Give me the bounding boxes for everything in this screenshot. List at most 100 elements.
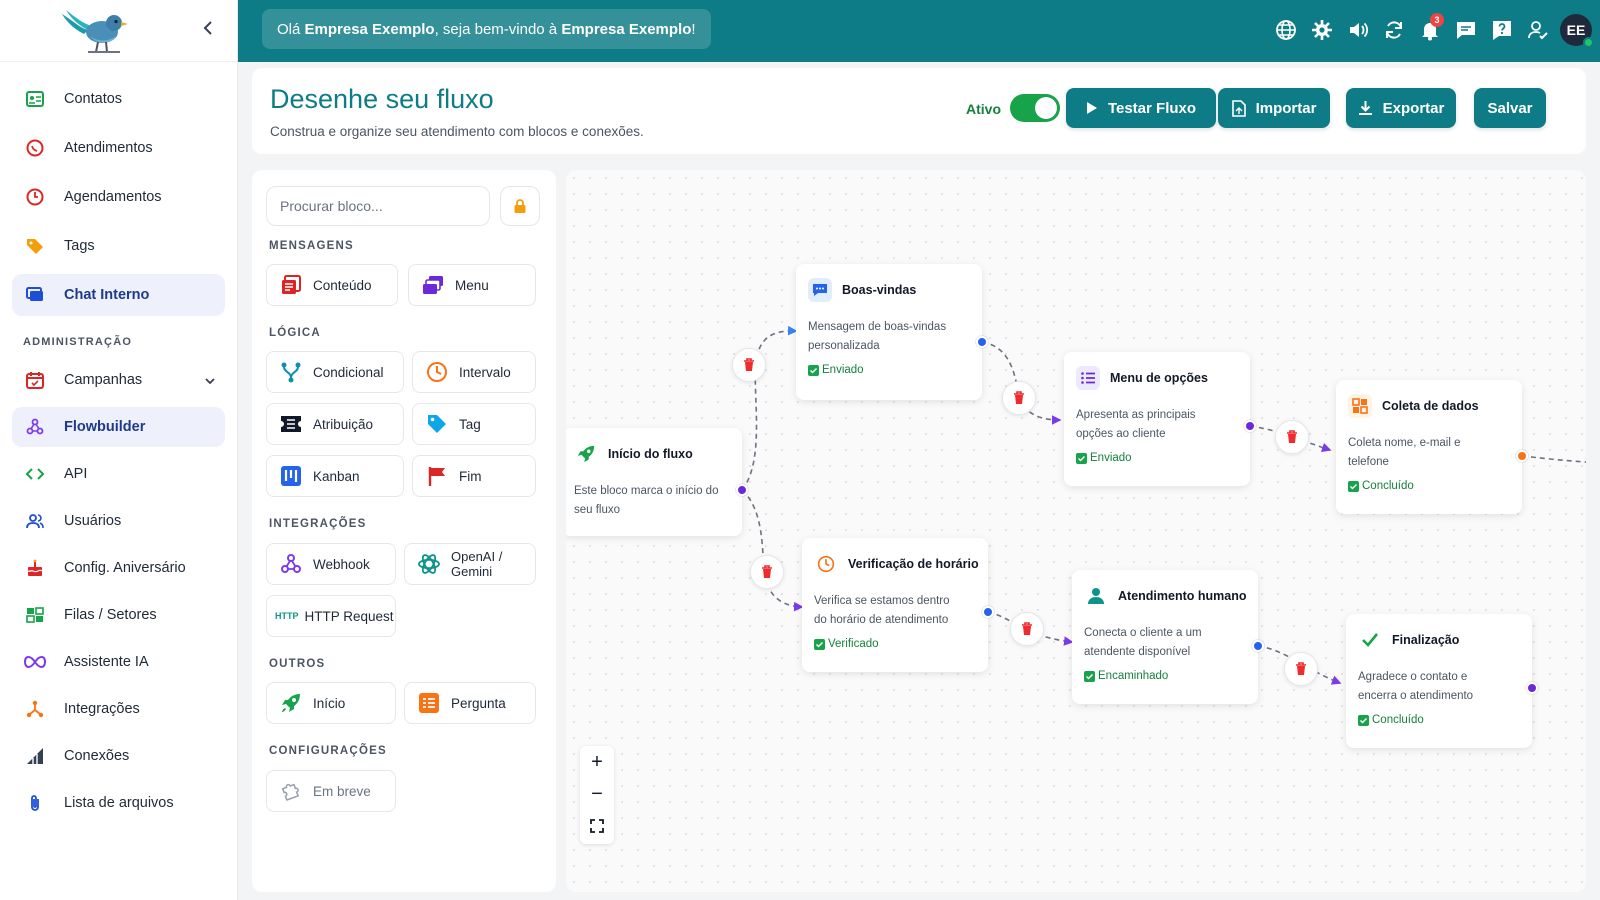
logo-area xyxy=(0,0,237,62)
block-kanban[interactable]: Kanban xyxy=(266,455,404,497)
delete-edge-button[interactable] xyxy=(1010,612,1044,646)
form-icon xyxy=(1348,394,1372,418)
delete-edge-button[interactable] xyxy=(732,348,766,382)
block-tag[interactable]: Tag xyxy=(412,403,536,445)
block-menu[interactable]: Menu xyxy=(408,264,536,306)
sidebar-item-label: Conexões xyxy=(64,748,130,764)
node-collect[interactable]: Coleta de dados Coleta nome, e-mail e te… xyxy=(1336,380,1528,514)
sidebar-item-atendimentos[interactable]: Atendimentos xyxy=(12,127,225,169)
sidebar-item-label: Flowbuilder xyxy=(64,419,146,435)
block-http-request[interactable]: HTTP HTTP Request xyxy=(266,595,396,637)
active-toggle[interactable] xyxy=(1010,94,1060,122)
list-icon xyxy=(1076,366,1100,390)
message-icon[interactable] xyxy=(1448,12,1484,48)
status-text: Concluído xyxy=(1372,714,1424,726)
status-badge: Enviado xyxy=(808,364,864,376)
block-label: Fim xyxy=(459,468,482,484)
whatsapp-icon xyxy=(24,137,46,159)
output-port[interactable] xyxy=(976,336,988,348)
block-webhook[interactable]: Webhook xyxy=(266,543,396,585)
output-port[interactable] xyxy=(1244,420,1256,432)
block-content[interactable]: Conteúdo xyxy=(266,264,398,306)
bird-logo xyxy=(62,10,128,53)
node-title-text: Verificação de horário xyxy=(848,557,979,571)
sidebar-item-campanhas[interactable]: Campanhas xyxy=(12,360,225,400)
sidebar-item-agendamentos[interactable]: Agendamentos xyxy=(12,176,225,218)
globe-icon[interactable] xyxy=(1268,12,1304,48)
user-check-icon[interactable] xyxy=(1520,12,1556,48)
node-menu[interactable]: Menu de opções Apresenta as principais o… xyxy=(1064,352,1256,486)
node-title: Início do fluxo xyxy=(574,442,693,466)
sidebar-item-config-aniversario[interactable]: Config. Aniversário xyxy=(12,548,225,588)
sidebar-item-flowbuilder[interactable]: Flowbuilder xyxy=(12,407,225,447)
check-icon xyxy=(814,638,825,650)
sidebar-item-conexoes[interactable]: Conexões xyxy=(12,736,225,776)
cake-icon xyxy=(24,557,46,579)
help-icon[interactable] xyxy=(1484,12,1520,48)
output-port[interactable] xyxy=(1252,640,1264,652)
block-start[interactable]: Início xyxy=(266,682,396,724)
block-assignment[interactable]: Atribuição xyxy=(266,403,404,445)
sidebar-item-tags[interactable]: Tags xyxy=(12,225,225,267)
sidebar-item-lista-de-arquivos[interactable]: Lista de arquivos xyxy=(12,783,225,823)
block-label: Em breve xyxy=(313,783,371,799)
play-icon xyxy=(1086,101,1098,115)
sidebar-item-chat-interno[interactable]: Chat Interno xyxy=(12,274,225,316)
block-end[interactable]: Fim xyxy=(412,455,536,497)
delete-edge-button[interactable] xyxy=(1284,652,1318,686)
bell-icon[interactable]: 3 xyxy=(1412,12,1448,48)
output-port[interactable] xyxy=(1526,682,1538,694)
status-badge: Enviado xyxy=(1076,452,1132,464)
node-hours-check[interactable]: Verificação de horário Verifica se estam… xyxy=(802,538,994,672)
node-title: Finalização xyxy=(1358,628,1459,652)
sidebar-item-filas-setores[interactable]: Filas / Setores xyxy=(12,595,225,635)
volume-icon[interactable] xyxy=(1340,12,1376,48)
chevron-down-icon[interactable] xyxy=(205,373,215,387)
block-question[interactable]: Pergunta xyxy=(404,682,536,724)
chat-icon xyxy=(24,284,46,306)
zoom-controls: + − xyxy=(580,746,614,844)
lock-icon[interactable] xyxy=(500,186,540,226)
company-name-2: Empresa Exemplo xyxy=(561,20,692,38)
status-text: Verificado xyxy=(828,638,879,650)
edge-start-hours xyxy=(741,489,804,612)
delete-edge-button[interactable] xyxy=(1275,420,1309,454)
fit-view-icon[interactable] xyxy=(580,810,614,842)
block-label: Intervalo xyxy=(459,364,511,380)
sidebar-item-contatos[interactable]: Contatos xyxy=(12,78,225,120)
sidebar-item-api[interactable]: API xyxy=(12,454,225,494)
test-flow-button[interactable]: Testar Fluxo xyxy=(1066,88,1216,128)
openai-line-2: Gemini xyxy=(451,564,493,579)
form-icon xyxy=(417,691,441,715)
save-button[interactable]: Salvar xyxy=(1474,88,1546,128)
avatar[interactable]: EE xyxy=(1560,14,1594,48)
node-finish[interactable]: Finalização Agradece o contato e encerra… xyxy=(1346,614,1538,748)
sidebar-item-assistente-ia[interactable]: Assistente IA xyxy=(12,642,225,682)
sidebar-item-usuarios[interactable]: Usuários xyxy=(12,501,225,541)
output-port[interactable] xyxy=(982,606,994,618)
ticket-icon xyxy=(279,412,303,436)
zoom-in-button[interactable]: + xyxy=(580,746,614,778)
import-button[interactable]: Importar xyxy=(1218,88,1330,128)
block-interval[interactable]: Intervalo xyxy=(412,351,536,393)
sidebar-item-integracoes[interactable]: Integrações xyxy=(12,689,225,729)
refresh-icon[interactable] xyxy=(1376,12,1412,48)
node-start[interactable]: Início do fluxo Este bloco marca o iníci… xyxy=(566,428,748,536)
block-openai-gemini[interactable]: OpenAI / Gemini xyxy=(404,543,536,585)
split-icon xyxy=(279,360,303,384)
chevron-left-icon[interactable] xyxy=(198,18,218,42)
flow-canvas[interactable]: Início do fluxo Este bloco marca o iníci… xyxy=(566,170,1586,892)
block-search-input[interactable] xyxy=(266,186,490,226)
block-conditional[interactable]: Condicional xyxy=(266,351,404,393)
gear-icon[interactable] xyxy=(1304,12,1340,48)
output-port[interactable] xyxy=(736,484,748,496)
delete-edge-button[interactable] xyxy=(1002,381,1036,415)
node-human[interactable]: Atendimento humano Conecta o cliente a u… xyxy=(1072,570,1264,704)
output-port[interactable] xyxy=(1516,450,1528,462)
zoom-out-button[interactable]: − xyxy=(580,778,614,810)
category-others: OUTROS xyxy=(269,658,326,670)
infinity-icon xyxy=(24,651,46,673)
export-button[interactable]: Exportar xyxy=(1346,88,1456,128)
delete-edge-button[interactable] xyxy=(750,555,784,589)
node-welcome[interactable]: Boas-vindas Mensagem de boas-vindas pers… xyxy=(796,264,988,400)
